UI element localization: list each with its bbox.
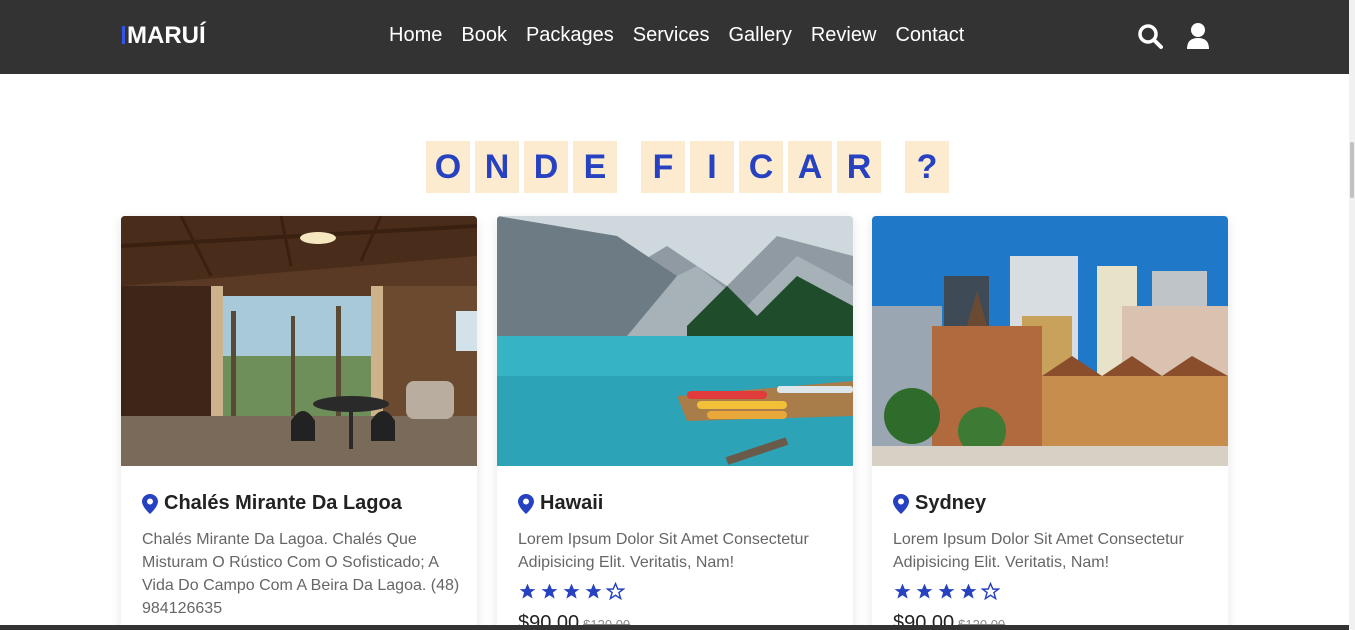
header-icons bbox=[1137, 22, 1211, 50]
nav-contact[interactable]: Contact bbox=[895, 24, 964, 47]
destination-card[interactable]: Hawaii Lorem Ipsum Dolor Sit Amet Consec… bbox=[497, 216, 853, 630]
star-filled-icon bbox=[541, 583, 558, 599]
user-icon[interactable] bbox=[1185, 22, 1211, 50]
map-pin-icon bbox=[142, 493, 158, 514]
card-title-text: Hawaii bbox=[540, 492, 604, 514]
star-rating bbox=[893, 582, 1000, 601]
card-image-cabin bbox=[121, 216, 477, 466]
nav-home[interactable]: Home bbox=[389, 24, 442, 47]
card-title[interactable]: Sydney bbox=[893, 492, 986, 515]
star-filled-icon bbox=[938, 583, 955, 599]
title-letter: C bbox=[739, 141, 783, 193]
card-title-text: Chalés Mirante Da Lagoa bbox=[164, 492, 402, 514]
card-title-text: Sydney bbox=[915, 492, 987, 514]
title-letter: E bbox=[573, 141, 617, 193]
star-empty-icon bbox=[981, 582, 1000, 601]
map-pin-icon bbox=[518, 493, 534, 514]
section-title: O N D E F I C A R ? bbox=[426, 141, 954, 193]
page: MARUÍ Home Book Packages Services Galler… bbox=[0, 0, 1355, 630]
search-icon[interactable] bbox=[1137, 22, 1163, 50]
title-letter: N bbox=[475, 141, 519, 193]
scrollbar[interactable] bbox=[1349, 0, 1355, 630]
card-description: Lorem Ipsum Dolor Sit Amet Consectetur A… bbox=[893, 531, 1184, 571]
bottom-bar bbox=[0, 625, 1349, 630]
title-letter: A bbox=[788, 141, 832, 193]
scrollbar-thumb[interactable] bbox=[1350, 142, 1354, 198]
card-image-city bbox=[872, 216, 1228, 466]
star-rating bbox=[518, 582, 625, 601]
title-letter: ? bbox=[905, 141, 949, 193]
nav-services[interactable]: Services bbox=[633, 24, 710, 47]
star-filled-icon bbox=[960, 583, 977, 599]
star-empty-icon bbox=[606, 582, 625, 601]
logo-bar bbox=[122, 26, 125, 44]
card-description: Lorem Ipsum Dolor Sit Amet Consectetur A… bbox=[518, 531, 809, 571]
title-letter: D bbox=[524, 141, 568, 193]
star-filled-icon bbox=[916, 583, 933, 599]
logo[interactable]: MARUÍ bbox=[122, 22, 206, 50]
title-letter: O bbox=[426, 141, 470, 193]
nav-review[interactable]: Review bbox=[811, 24, 877, 47]
card-title[interactable]: Chalés Mirante Da Lagoa bbox=[142, 492, 402, 515]
map-pin-icon bbox=[893, 493, 909, 514]
title-letter: I bbox=[690, 141, 734, 193]
star-filled-icon bbox=[563, 583, 580, 599]
nav-gallery[interactable]: Gallery bbox=[729, 24, 792, 47]
star-filled-icon bbox=[585, 583, 602, 599]
nav-book[interactable]: Book bbox=[461, 24, 507, 47]
card-image-lake bbox=[497, 216, 853, 466]
main-nav: Home Book Packages Services Gallery Revi… bbox=[389, 24, 983, 47]
destination-card[interactable]: Sydney Lorem Ipsum Dolor Sit Amet Consec… bbox=[872, 216, 1228, 630]
header: MARUÍ Home Book Packages Services Galler… bbox=[0, 0, 1349, 74]
title-letter: F bbox=[641, 141, 685, 193]
card-title[interactable]: Hawaii bbox=[518, 492, 603, 515]
star-filled-icon bbox=[894, 583, 911, 599]
nav-packages[interactable]: Packages bbox=[526, 24, 614, 47]
logo-text: MARUÍ bbox=[127, 22, 206, 49]
destination-card[interactable]: Chalés Mirante Da Lagoa Chalés Mirante D… bbox=[121, 216, 477, 630]
title-letter: R bbox=[837, 141, 881, 193]
card-description: Chalés Mirante Da Lagoa. Chalés Que Mist… bbox=[142, 531, 460, 617]
star-filled-icon bbox=[519, 583, 536, 599]
